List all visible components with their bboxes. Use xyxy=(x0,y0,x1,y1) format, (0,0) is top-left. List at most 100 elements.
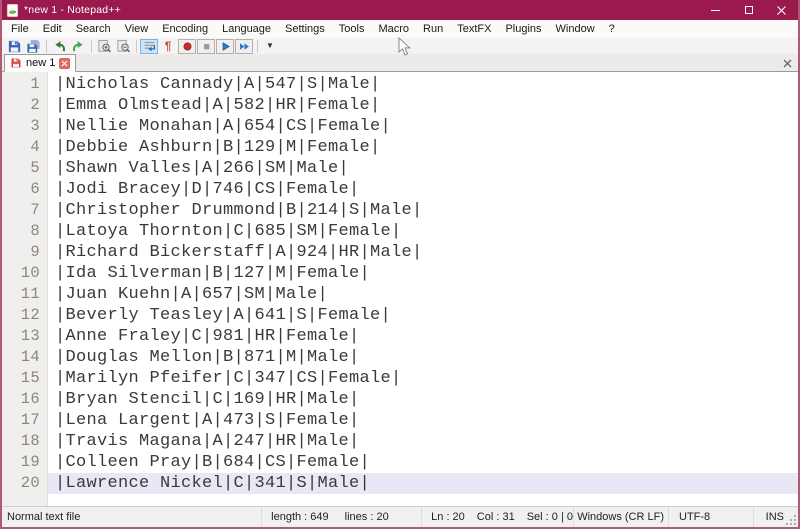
close-icon xyxy=(777,6,786,15)
word-wrap-icon xyxy=(143,40,156,53)
editor-line[interactable]: |Lena Largent|A|473|S|Female| xyxy=(48,410,798,431)
save-icon xyxy=(7,39,22,54)
tab-bar: new 1 xyxy=(2,54,798,72)
editor-line[interactable]: |Bryan Stencil|C|169|HR|Male| xyxy=(48,389,798,410)
window-title: *new 1 - Notepad++ xyxy=(24,4,121,16)
menu-item[interactable]: Run xyxy=(416,21,450,37)
zoom-in-icon xyxy=(97,39,112,54)
line-number: 15 xyxy=(2,368,47,389)
resize-grip[interactable] xyxy=(785,514,797,526)
status-column: Col : 31 xyxy=(477,511,515,523)
toolbar-separator xyxy=(136,40,137,53)
status-doc-size: length : 649 lines : 20 xyxy=(261,507,421,527)
toolbar: ¶ ▼ xyxy=(2,38,798,54)
editor-line[interactable]: |Latoya Thornton|C|685|SM|Female| xyxy=(48,221,798,242)
line-number: 4 xyxy=(2,137,47,158)
editor-line[interactable]: |Christopher Drummond|B|214|S|Male| xyxy=(48,200,798,221)
menu-bar: FileEditSearchViewEncodingLanguageSettin… xyxy=(2,20,798,38)
zoom-out-button[interactable] xyxy=(114,39,132,54)
start-recording-button[interactable] xyxy=(178,39,196,54)
line-number: 8 xyxy=(2,221,47,242)
menu-item[interactable]: Macro xyxy=(371,21,416,37)
editor-line[interactable]: |Juan Kuehn|A|657|SM|Male| xyxy=(48,284,798,305)
status-lines: lines : 20 xyxy=(345,511,389,523)
menu-item[interactable]: Plugins xyxy=(498,21,548,37)
run-macro-multiple-times-button[interactable] xyxy=(235,39,253,54)
line-number: 9 xyxy=(2,242,47,263)
status-eol-format: Windows (CR LF) xyxy=(573,507,668,527)
editor-line[interactable]: |Marilyn Pfeifer|C|347|CS|Female| xyxy=(48,368,798,389)
save-button[interactable] xyxy=(5,39,23,54)
record-icon xyxy=(181,40,194,53)
menu-item[interactable]: Language xyxy=(215,21,278,37)
editor-line[interactable]: |Colleen Pray|B|684|CS|Female| xyxy=(48,452,798,473)
multi-play-icon xyxy=(238,40,251,53)
editor-line[interactable]: |Travis Magana|A|247|HR|Male| xyxy=(48,431,798,452)
editor-line[interactable]: |Debbie Ashburn|B|129|M|Female| xyxy=(48,137,798,158)
editor-text-area[interactable]: |Nicholas Cannady|A|547|S|Male||Emma Olm… xyxy=(48,72,798,506)
pilcrow-icon: ¶ xyxy=(165,40,172,52)
menu-item[interactable]: File xyxy=(4,21,36,37)
zoom-in-button[interactable] xyxy=(95,39,113,54)
editor-line[interactable]: |Nellie Monahan|A|654|CS|Female| xyxy=(48,116,798,137)
line-number: 14 xyxy=(2,347,47,368)
stop-icon xyxy=(200,40,213,53)
menu-item[interactable]: Search xyxy=(69,21,118,37)
status-line: Ln : 20 xyxy=(431,511,465,523)
editor-line[interactable]: |Beverly Teasley|A|641|S|Female| xyxy=(48,305,798,326)
editor-line[interactable]: |Ida Silverman|B|127|M|Female| xyxy=(48,263,798,284)
editor-line[interactable]: |Emma Olmstead|A|582|HR|Female| xyxy=(48,95,798,116)
play-icon xyxy=(219,40,232,53)
show-all-characters-button[interactable]: ¶ xyxy=(159,39,177,54)
save-all-button[interactable] xyxy=(24,39,42,54)
tab-new-1[interactable]: new 1 xyxy=(4,54,76,72)
unsaved-changes-icon xyxy=(10,57,22,69)
menu-item[interactable]: Settings xyxy=(278,21,332,37)
menu-item[interactable]: View xyxy=(118,21,156,37)
menu-item[interactable]: Encoding xyxy=(155,21,215,37)
menu-item[interactable]: TextFX xyxy=(450,21,498,37)
tab-close-button[interactable] xyxy=(59,58,70,69)
stop-recording-button[interactable] xyxy=(197,39,215,54)
word-wrap-button[interactable] xyxy=(140,39,158,54)
editor-line[interactable]: |Shawn Valles|A|266|SM|Male| xyxy=(48,158,798,179)
toolbar-separator xyxy=(257,40,258,53)
menu-item[interactable]: Edit xyxy=(36,21,69,37)
editor-line[interactable]: |Douglas Mellon|B|871|M|Male| xyxy=(48,347,798,368)
close-button[interactable] xyxy=(765,0,798,20)
line-number: 7 xyxy=(2,200,47,221)
menu-item[interactable]: ? xyxy=(602,21,622,37)
line-number: 2 xyxy=(2,95,47,116)
line-number: 10 xyxy=(2,263,47,284)
minimize-button[interactable] xyxy=(699,0,732,20)
editor-line[interactable]: |Anne Fraley|C|981|HR|Female| xyxy=(48,326,798,347)
editor-line[interactable]: |Nicholas Cannady|A|547|S|Male| xyxy=(48,74,798,95)
line-number: 16 xyxy=(2,389,47,410)
line-number: 12 xyxy=(2,305,47,326)
toolbar-separator xyxy=(46,40,47,53)
menu-item[interactable]: Tools xyxy=(332,21,372,37)
editor-line[interactable]: |Jodi Bracey|D|746|CS|Female| xyxy=(48,179,798,200)
window-controls xyxy=(699,0,798,20)
maximize-button[interactable] xyxy=(732,0,765,20)
redo-button[interactable] xyxy=(69,39,87,54)
status-bar: Normal text file length : 649 lines : 20… xyxy=(2,506,798,527)
editor-pane: 1234567891011121314151617181920 |Nichola… xyxy=(2,72,798,506)
document-close-icon[interactable] xyxy=(783,59,792,68)
line-number-gutter: 1234567891011121314151617181920 xyxy=(2,72,48,506)
menu-item[interactable]: Window xyxy=(549,21,602,37)
line-number: 5 xyxy=(2,158,47,179)
status-selection: Sel : 0 | 0 xyxy=(527,511,573,523)
playback-macro-button[interactable] xyxy=(216,39,234,54)
editor-line[interactable]: |Lawrence Nickel|C|341|S|Male| xyxy=(48,473,798,494)
notepad-plus-plus-app-icon xyxy=(6,4,19,17)
status-encoding: UTF-8 xyxy=(668,507,753,527)
undo-icon xyxy=(52,39,67,54)
toolbar-overflow-button[interactable]: ▼ xyxy=(261,39,279,54)
save-all-icon xyxy=(26,39,41,54)
line-number: 13 xyxy=(2,326,47,347)
editor-line[interactable]: |Richard Bickerstaff|A|924|HR|Male| xyxy=(48,242,798,263)
status-length: length : 649 xyxy=(271,511,329,523)
line-number: 6 xyxy=(2,179,47,200)
undo-button[interactable] xyxy=(50,39,68,54)
